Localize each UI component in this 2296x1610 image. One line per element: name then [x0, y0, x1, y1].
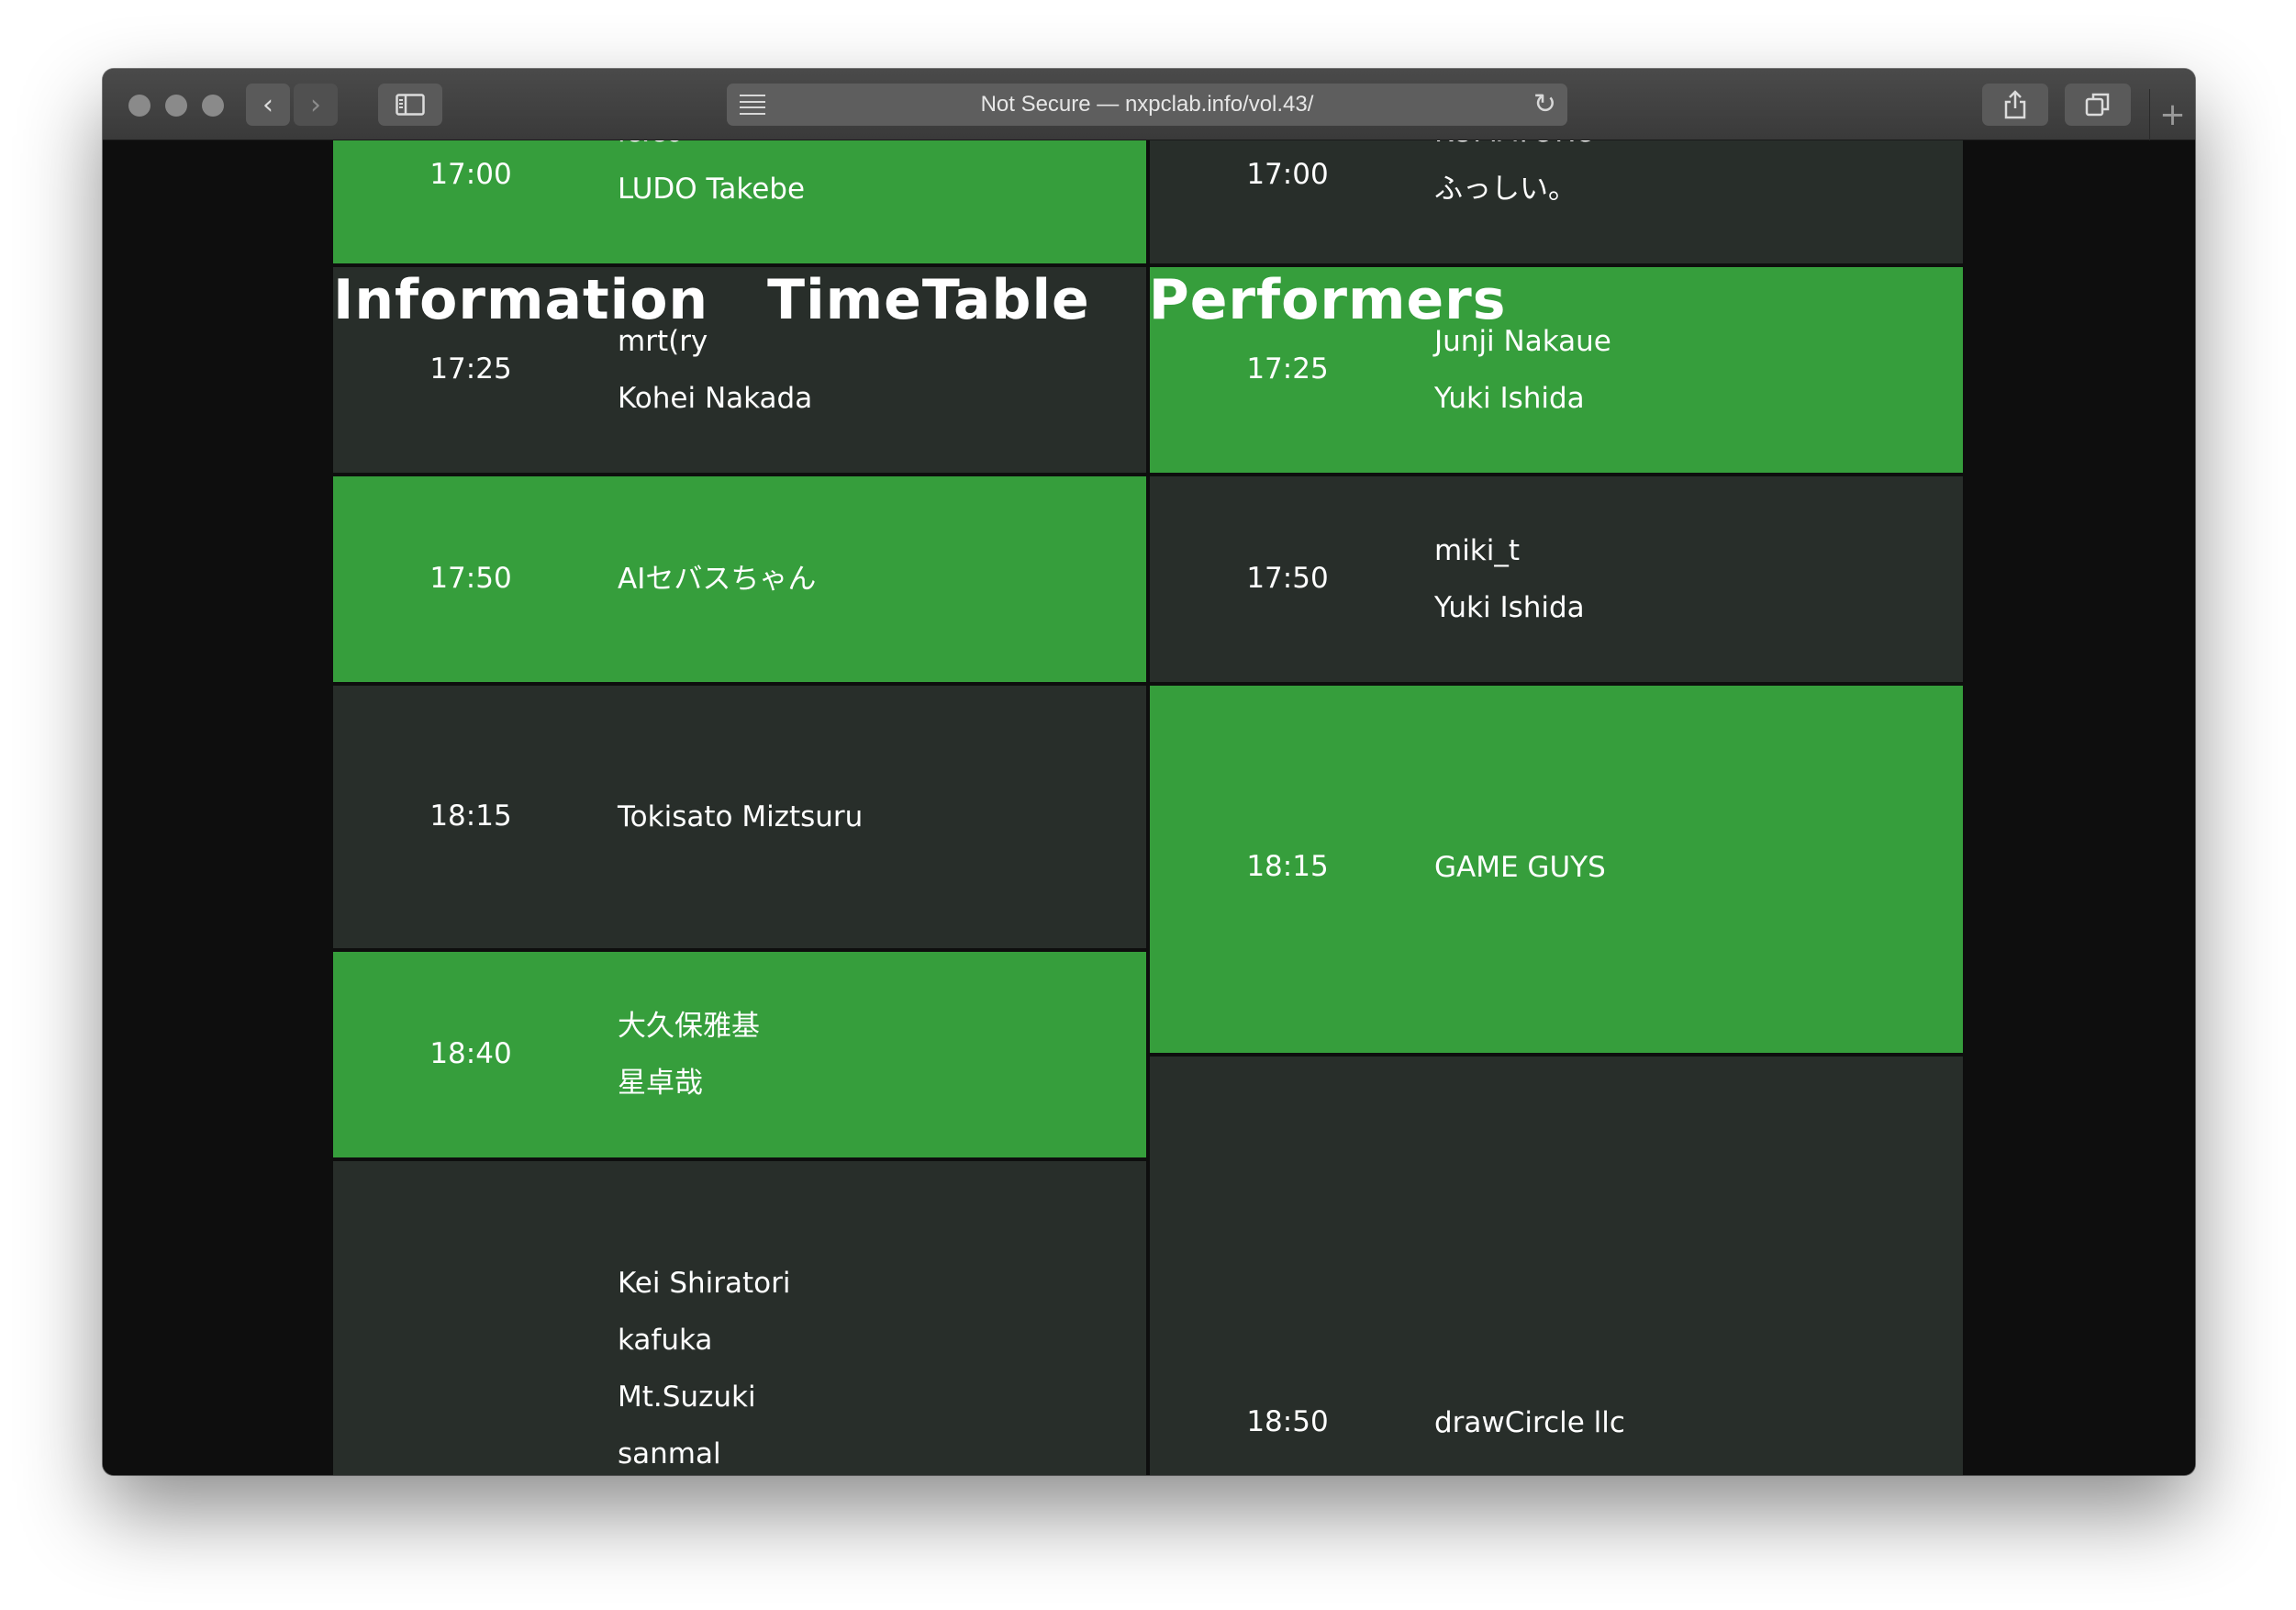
slot-performers: 大久保雅基 星卓哉 [618, 998, 760, 1112]
chevron-left-icon: ‹ [262, 88, 273, 121]
slot-performers: Kei Shiratori kafuka Mt.Suzuki sanmal [618, 1255, 790, 1475]
performer-name: kafuka [618, 1324, 713, 1357]
slot-time: 17:25 [1246, 352, 1329, 386]
slot-time: 18:15 [429, 799, 512, 833]
forward-button[interactable]: › [294, 84, 338, 126]
nav-timetable[interactable]: TimeTable [767, 264, 1090, 336]
slot-time: 18:50 [1246, 1405, 1329, 1438]
share-icon [2004, 90, 2026, 119]
performer-name: Yuki Ishida [1434, 591, 1585, 624]
browser-toolbar: ‹ › Not Secure — nxpclab.info/vol.43/ ↻ [103, 69, 2195, 140]
slot-time: 17:50 [1246, 562, 1329, 595]
slot-performers: GAME GUYS [1434, 839, 1606, 896]
timetable-row: 17:50 miki_t Yuki Ishida [1150, 476, 1963, 682]
chevron-right-icon: › [310, 88, 321, 121]
performer-name: KUMATORO [1434, 140, 1597, 161]
slot-time: 17:00 [1246, 158, 1329, 191]
performer-name: ふっしい。 [1434, 173, 1577, 206]
timetable-row: 18:50 drawCircle llc [1150, 1057, 1963, 1475]
slot-performers: AIセバスちゃん [618, 551, 816, 608]
close-window-icon[interactable] [128, 95, 150, 117]
timetable-row: 17:50 AIセバスちゃん [333, 476, 1146, 682]
performer-name: Kei Shiratori [618, 1267, 791, 1300]
site-nav: Information TimeTable Performers [333, 264, 1565, 336]
browser-window: ‹ › Not Secure — nxpclab.info/vol.43/ ↻ [103, 69, 2195, 1475]
performer-name: drawCircle llc [1434, 1406, 1625, 1439]
nav-performers[interactable]: Performers [1149, 264, 1507, 336]
timetable-row: 18:40 大久保雅基星卓哉 [333, 952, 1146, 1157]
sidebar-icon [396, 94, 425, 116]
slot-time: 17:00 [429, 158, 512, 191]
performer-name: sanmal [618, 1437, 721, 1470]
url-text: Not Secure — nxpclab.info/vol.43/ [980, 92, 1314, 117]
tabs-icon [2085, 93, 2110, 117]
nav-information[interactable]: Information [333, 264, 708, 336]
slot-performers: Tokisato Miztsuru [618, 788, 863, 845]
performer-name: miki_t [1434, 534, 1521, 567]
performer-name: LUDO Takebe [618, 173, 806, 206]
slot-time: 17:25 [429, 352, 512, 386]
page-viewport[interactable]: 17:00ic.coLUDO Takebe17:25mrt(ryKohei Na… [103, 140, 2195, 1475]
share-button[interactable] [1982, 84, 2048, 126]
slot-performers: KUMATORO ふっしい。 [1434, 140, 1597, 218]
tab-overview-button[interactable] [2065, 84, 2131, 126]
plus-icon: + [2159, 96, 2186, 133]
reload-icon[interactable]: ↻ [1533, 88, 1556, 120]
timetable: 17:00ic.coLUDO Takebe17:25mrt(ryKohei Na… [333, 140, 1967, 1475]
slot-performers: ic.co LUDO Takebe [618, 140, 805, 218]
timetable-row: 18:15 GAME GUYS [1150, 686, 1963, 1053]
slot-time: 18:15 [1246, 850, 1329, 883]
performer-name: Yuki Ishida [1434, 382, 1585, 415]
sidebar-toggle-button[interactable] [378, 84, 442, 126]
slot-time: 18:40 [429, 1037, 512, 1070]
performer-name: 星卓哉 [618, 1067, 703, 1100]
timetable-row: 19:05Kei ShiratorikafukaMt.Suzukisanmal [333, 1161, 1146, 1475]
slot-performers: drawCircle llc [1434, 1394, 1625, 1451]
minimize-window-icon[interactable] [165, 95, 187, 117]
timetable-row: 17:00 KUMATORO ふっしい。 [1150, 140, 1963, 263]
performer-name: GAME GUYS [1434, 851, 1606, 884]
performer-name: Kohei Nakada [618, 382, 813, 415]
performer-name: AIセバスちゃん [618, 563, 817, 596]
address-bar[interactable]: Not Secure — nxpclab.info/vol.43/ ↻ [727, 84, 1567, 126]
timetable-row: 17:00 ic.co LUDO Takebe [333, 140, 1146, 263]
reader-mode-icon[interactable] [740, 95, 765, 115]
performer-name: ic.co [618, 140, 805, 161]
timetable-row: 18:15 Tokisato Miztsuru [333, 686, 1146, 948]
performer-name: Tokisato Miztsuru [618, 800, 864, 833]
zoom-window-icon[interactable] [202, 95, 224, 117]
back-button[interactable]: ‹ [246, 84, 290, 126]
slot-performers: miki_t Yuki Ishida [1434, 522, 1585, 636]
performer-name: Mt.Suzuki [618, 1381, 756, 1414]
slot-time: 17:50 [429, 562, 512, 595]
new-tab-button[interactable]: + [2149, 89, 2195, 140]
performer-name: 大久保雅基 [618, 1010, 760, 1043]
